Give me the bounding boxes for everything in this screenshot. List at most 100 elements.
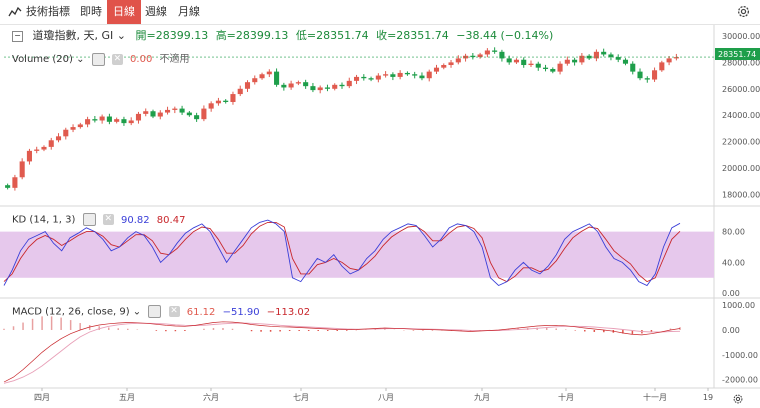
macd-value-3: −113.02 <box>266 306 311 318</box>
candle-body <box>92 119 98 121</box>
candle-body <box>19 161 25 178</box>
toolbar: 技術指標 即時 日線 週線 月線 <box>0 0 760 25</box>
settings-icon[interactable] <box>91 52 105 66</box>
kd-label[interactable]: KD (14, 1, 3) <box>12 215 75 226</box>
indicators-icon[interactable] <box>8 5 22 19</box>
candle-body <box>201 108 207 120</box>
candle-body <box>114 119 120 122</box>
candle-body <box>383 74 389 76</box>
candle-body <box>63 129 69 137</box>
chevron-down-icon[interactable]: ⌄ <box>76 54 84 65</box>
x-tick-label: 五月 <box>119 393 135 402</box>
candle-body <box>41 146 47 150</box>
candle-body <box>572 59 578 63</box>
y-tick-label: 26000.00 <box>722 85 760 94</box>
candle-body <box>484 50 490 55</box>
candle-body <box>361 76 367 79</box>
kd-legend: KD (14, 1, 3) ✕ 90.82 80.47 <box>12 213 185 226</box>
candle-body <box>622 59 629 64</box>
x-tick-label: 九月 <box>474 393 490 402</box>
candle-body <box>281 84 287 88</box>
candle-body <box>659 62 665 71</box>
main-title[interactable]: 道瓊指數, 天, GI <box>33 29 114 42</box>
candlestick-series <box>4 47 714 191</box>
candle-body <box>135 113 142 121</box>
tab-daily[interactable]: 日線 <box>107 0 141 24</box>
candle-body <box>26 150 32 162</box>
k-value: 90.82 <box>120 214 150 226</box>
candle-body <box>535 63 541 68</box>
candle-body <box>317 87 323 91</box>
close-icon[interactable]: ✕ <box>102 214 114 225</box>
volume-label[interactable]: Volume (20) <box>12 54 73 65</box>
candle-body <box>593 51 599 59</box>
candle-body <box>106 116 112 122</box>
x-tick-label: 十月 <box>558 392 574 402</box>
candle-body <box>455 58 461 63</box>
candle-body <box>346 80 352 87</box>
candle-body <box>165 109 171 113</box>
candle-body <box>426 71 432 79</box>
candle-body <box>339 84 345 87</box>
candle-body <box>557 63 563 72</box>
gear-icon[interactable] <box>732 393 744 405</box>
candle-body <box>419 75 425 79</box>
candle-body <box>441 65 447 68</box>
high-value: 高=28399.13 <box>215 29 289 42</box>
settings-icon[interactable] <box>82 213 96 226</box>
tab-realtime[interactable]: 即時 <box>80 0 102 24</box>
candle-body <box>390 74 396 77</box>
candle-body <box>274 71 280 85</box>
y-tick-label: 18000.00 <box>722 190 760 199</box>
close-icon[interactable]: ✕ <box>111 53 123 65</box>
y-tick-label: 20000.00 <box>722 164 760 173</box>
candle-body <box>266 71 272 75</box>
candle-body <box>12 177 18 188</box>
collapse-icon[interactable]: − <box>12 30 23 42</box>
candle-body <box>433 67 440 72</box>
candle-body <box>186 112 192 116</box>
y-tick-label: 0.00 <box>722 289 740 298</box>
tab-monthly[interactable]: 月線 <box>178 0 200 24</box>
candle-body <box>630 63 636 72</box>
candle-body <box>295 82 301 84</box>
candle-body <box>368 78 374 80</box>
tab-weekly[interactable]: 週線 <box>145 0 167 24</box>
candle-body <box>259 74 265 79</box>
candle-body <box>608 54 614 58</box>
candle-body <box>244 82 251 89</box>
candle-body <box>353 76 360 81</box>
candle-body <box>332 84 338 89</box>
chevron-down-icon[interactable]: ⌄ <box>133 307 141 318</box>
candle-body <box>477 54 483 58</box>
candle-body <box>150 111 156 117</box>
close-icon[interactable]: ✕ <box>168 306 180 317</box>
candle-body <box>5 185 11 188</box>
settings-icon[interactable] <box>148 305 162 318</box>
candle-body <box>172 108 178 110</box>
gear-icon[interactable] <box>736 4 751 19</box>
candle-body <box>637 71 643 79</box>
y-tick-label: 80.00 <box>722 228 745 237</box>
candle-body <box>143 111 149 114</box>
candle-body <box>448 62 454 66</box>
last-price-text: 28351.74 <box>718 50 756 59</box>
candle-body <box>666 58 672 63</box>
y-tick-label: 1000.00 <box>722 301 755 310</box>
chevron-down-icon[interactable]: ⌄ <box>117 29 126 42</box>
candle-body <box>564 59 570 64</box>
candle-body <box>128 120 134 124</box>
candle-body <box>404 72 410 75</box>
candle-body <box>121 119 127 124</box>
candle-body <box>310 86 316 91</box>
candle-body <box>513 59 519 63</box>
macd-label[interactable]: MACD (12, 26, close, 9) <box>12 307 130 318</box>
x-tick-label: 19 <box>703 393 713 402</box>
candle-body <box>55 136 62 141</box>
close-value: 收=28351.74 <box>376 29 449 42</box>
candle-body <box>85 119 91 125</box>
signal-line <box>3 322 681 384</box>
indicators-button[interactable]: 技術指標 <box>26 0 70 24</box>
open-value: 開=28399.13 <box>135 29 209 42</box>
macd-value-1: 61.12 <box>186 306 216 318</box>
